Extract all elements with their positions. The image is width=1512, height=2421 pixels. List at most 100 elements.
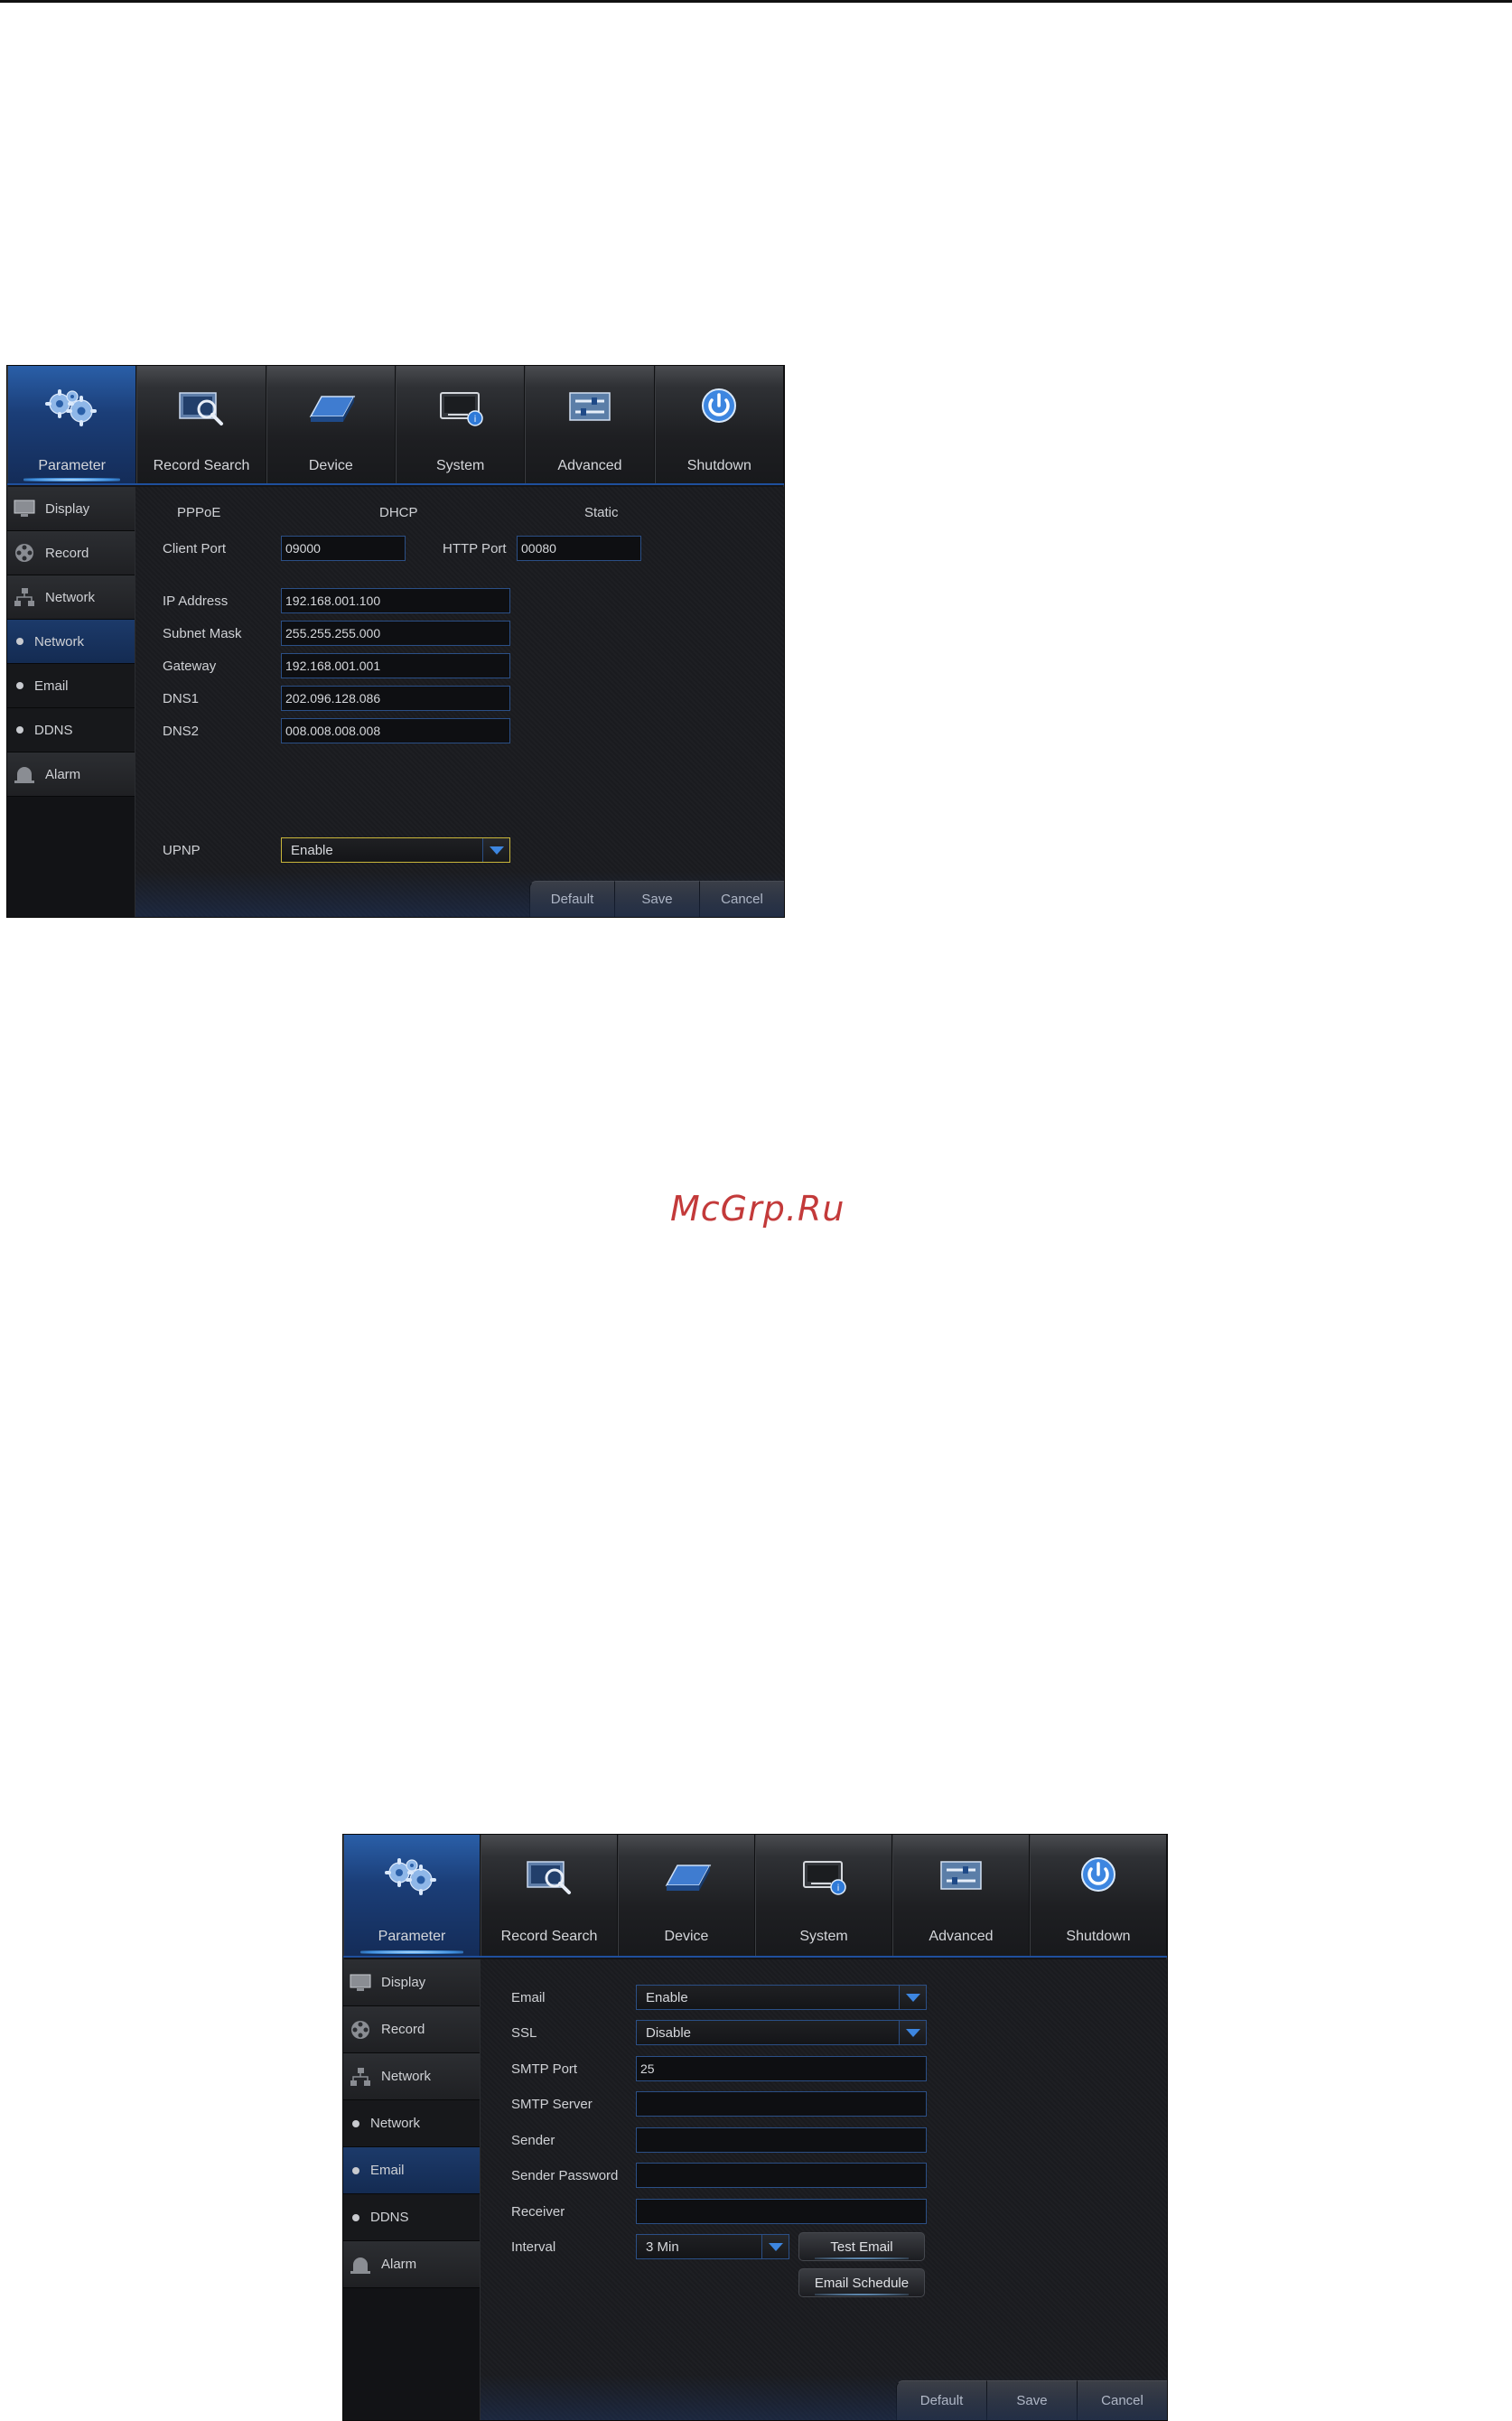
- email-enable-select[interactable]: Enable: [636, 1985, 927, 2010]
- main-menu-bar: Parameter Record Search Device i System …: [7, 366, 784, 485]
- tab-shutdown[interactable]: Shutdown: [654, 366, 784, 483]
- client-port-input[interactable]: 09000: [281, 536, 406, 561]
- default-button[interactable]: Default: [529, 881, 614, 917]
- sidebar-subitem-email[interactable]: Email: [7, 664, 135, 708]
- sidebar-item-record[interactable]: Record: [7, 531, 135, 575]
- tab-system[interactable]: i System: [755, 1835, 892, 1956]
- sidebar-subitem-network[interactable]: Network: [343, 2100, 480, 2147]
- mode-option-dhcp[interactable]: DHCP: [379, 505, 418, 520]
- tab-advanced[interactable]: Advanced: [525, 366, 655, 483]
- interval-label: Interval: [511, 2239, 556, 2255]
- sidebar-subitem-ddns[interactable]: DDNS: [343, 2194, 480, 2241]
- smtp-server-label: SMTP Server: [511, 2097, 593, 2112]
- gateway-input[interactable]: 192.168.001.001: [281, 653, 510, 678]
- upnp-select[interactable]: Enable: [281, 837, 510, 863]
- tab-system[interactable]: i System: [395, 366, 526, 483]
- smtp-port-input[interactable]: 25: [636, 2056, 927, 2081]
- sidebar-item-record[interactable]: Record: [343, 2006, 480, 2053]
- advanced-sliders-icon: [929, 1855, 994, 1898]
- sidebar-item-label: Network: [34, 633, 85, 650]
- cancel-button[interactable]: Cancel: [699, 881, 784, 917]
- ip-address-label: IP Address: [163, 594, 229, 609]
- test-email-button[interactable]: Test Email: [798, 2232, 925, 2261]
- sidebar-item-alarm[interactable]: Alarm: [343, 2241, 480, 2288]
- receiver-label: Receiver: [511, 2204, 565, 2220]
- tab-device[interactable]: Device: [618, 1835, 755, 1956]
- sidebar-item-label: Email: [370, 2163, 405, 2178]
- tab-advanced[interactable]: Advanced: [892, 1835, 1030, 1956]
- page-top-rule: [0, 0, 1512, 3]
- sidebar-subitem-email[interactable]: Email: [343, 2147, 480, 2194]
- save-button[interactable]: Save: [986, 2380, 1077, 2420]
- tab-label: Shutdown: [686, 458, 751, 473]
- tab-device[interactable]: Device: [266, 366, 396, 483]
- ip-address-input[interactable]: 192.168.001.100: [281, 588, 510, 613]
- monitor-icon: [13, 499, 36, 519]
- sidebar-item-network[interactable]: Network: [7, 575, 135, 620]
- ssl-select[interactable]: Disable: [636, 2020, 927, 2045]
- interval-select[interactable]: 3 Min: [636, 2234, 789, 2259]
- sidebar-item-label: Alarm: [381, 2257, 417, 2272]
- chevron-down-icon[interactable]: [899, 2021, 926, 2044]
- action-button-bar: Default Save Cancel: [896, 2380, 1167, 2420]
- tab-record-search[interactable]: Record Search: [136, 366, 266, 483]
- sidebar-item-network[interactable]: Network: [343, 2053, 480, 2100]
- dvr-network-window: Parameter Record Search Device i System …: [6, 365, 785, 918]
- client-port-label: Client Port: [163, 541, 227, 556]
- sidebar-item-alarm[interactable]: Alarm: [7, 752, 135, 797]
- chevron-down-icon[interactable]: [482, 838, 509, 862]
- sidebar-item-display[interactable]: Display: [343, 1959, 480, 2006]
- dns2-input[interactable]: 008.008.008.008: [281, 718, 510, 743]
- chevron-down-icon[interactable]: [899, 1986, 926, 2009]
- sidebar-subitem-ddns[interactable]: DDNS: [7, 708, 135, 752]
- svg-text:i: i: [473, 415, 476, 425]
- sidebar-item-display[interactable]: Display: [7, 487, 135, 531]
- smtp-server-input[interactable]: [636, 2091, 927, 2117]
- network-settings-panel: PPPoE DHCP Static Client Port 09000 HTTP…: [135, 487, 784, 917]
- email-settings-panel: Email Enable SSL Disable SMTP Port 25 SM…: [481, 1959, 1167, 2420]
- http-port-input[interactable]: 00080: [517, 536, 641, 561]
- bullet-icon: [352, 2119, 359, 2127]
- sidebar-item-label: Alarm: [45, 766, 81, 782]
- tab-parameter[interactable]: Parameter: [7, 366, 137, 483]
- cancel-button[interactable]: Cancel: [1077, 2380, 1167, 2420]
- smtp-port-label: SMTP Port: [511, 2061, 578, 2077]
- mode-option-static[interactable]: Static: [584, 505, 619, 520]
- gears-icon: [40, 386, 105, 429]
- chevron-down-icon[interactable]: [761, 2235, 789, 2258]
- bullet-icon: [16, 682, 23, 689]
- dns1-input[interactable]: 202.096.128.086: [281, 686, 510, 711]
- tab-label: System: [435, 458, 485, 473]
- email-schedule-button[interactable]: Email Schedule: [798, 2268, 925, 2297]
- sidebar: Display Record Network Network Email DDN…: [7, 487, 135, 917]
- film-reel-icon: [13, 543, 36, 563]
- interval-select-value: 3 Min: [646, 2239, 679, 2255]
- tab-label: Record Search: [500, 1929, 598, 1944]
- bullet-icon: [352, 2166, 359, 2174]
- sidebar-subitem-network[interactable]: Network: [7, 620, 135, 664]
- tab-label: Parameter: [378, 1929, 446, 1944]
- subnet-mask-input[interactable]: 255.255.255.000: [281, 621, 510, 646]
- mode-option-pppoe[interactable]: PPPoE: [177, 505, 220, 520]
- tab-record-search[interactable]: Record Search: [481, 1835, 618, 1956]
- tab-label: Device: [308, 458, 353, 473]
- save-button[interactable]: Save: [614, 881, 699, 917]
- tab-shutdown[interactable]: Shutdown: [1030, 1835, 1167, 1956]
- sidebar-item-label: Network: [370, 2116, 421, 2131]
- sender-password-input[interactable]: [636, 2163, 927, 2188]
- advanced-sliders-icon: [557, 386, 622, 429]
- sidebar-item-label: Record: [381, 2022, 425, 2037]
- tab-label: Device: [664, 1929, 709, 1944]
- gears-icon: [379, 1855, 444, 1898]
- upnp-select-value: Enable: [291, 842, 333, 858]
- tab-parameter[interactable]: Parameter: [343, 1835, 481, 1956]
- system-monitor-icon: i: [428, 386, 493, 429]
- dns2-label: DNS2: [163, 724, 200, 739]
- sender-input[interactable]: [636, 2127, 927, 2153]
- subnet-mask-label: Subnet Mask: [163, 626, 242, 641]
- receiver-input[interactable]: [636, 2199, 927, 2224]
- network-icon: [349, 2067, 372, 2087]
- default-button[interactable]: Default: [896, 2380, 986, 2420]
- sidebar-item-label: Record: [45, 545, 89, 561]
- sidebar-item-label: Network: [381, 2069, 432, 2084]
